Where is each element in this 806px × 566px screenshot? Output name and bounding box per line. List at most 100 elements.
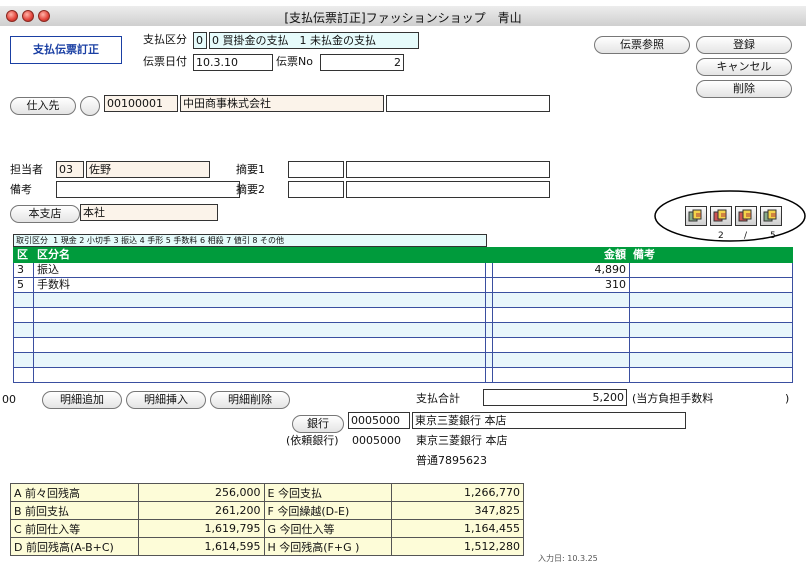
bank-button[interactable]: 銀行 — [292, 415, 344, 433]
cell-name[interactable]: 振込 — [33, 262, 486, 278]
summary-label: F 今回繰越(D-E) — [263, 501, 393, 520]
summary-label: E 今回支払 — [263, 483, 393, 502]
balance-summary: A 前々回残高 256,000 E 今回支払 1,266,770 B 前回支払 261,… — [10, 483, 524, 556]
summary-label: H 今回残高(F+G ) — [263, 537, 393, 556]
register-button[interactable]: 登録 — [696, 36, 792, 54]
table-row[interactable] — [13, 337, 793, 353]
summary-label: B 前回支払 — [10, 501, 139, 520]
cell-name[interactable] — [33, 352, 486, 368]
grid-header-name: 区分名 — [33, 247, 486, 263]
staff-label: 担当者 — [10, 163, 43, 176]
cancel-button[interactable]: キャンセル — [696, 58, 792, 76]
cell-gap — [485, 292, 493, 308]
cell-amount[interactable] — [492, 367, 630, 383]
cell-kubun[interactable] — [13, 367, 34, 383]
date-input[interactable]: 10.3.10 — [193, 54, 273, 71]
grid-header: 区 区分名 金額 備考 — [13, 247, 793, 263]
cell-memo[interactable] — [629, 307, 793, 323]
supplier-lookup-icon[interactable] — [80, 96, 100, 116]
insert-row-button[interactable]: 明細挿入 — [126, 391, 206, 409]
table-row[interactable] — [13, 292, 793, 308]
cell-memo[interactable] — [629, 322, 793, 338]
legend-label: 取引区分 — [16, 236, 48, 245]
table-row[interactable] — [13, 367, 793, 383]
cell-memo[interactable] — [629, 277, 793, 293]
total-amount: 5,200 — [483, 389, 627, 406]
memo2-text[interactable] — [346, 181, 550, 198]
summary-value: 261,200 — [137, 501, 265, 520]
pay-kubun-desc: 0 買掛金の支払 1 未払金の支払 — [209, 32, 419, 49]
summary-label: D 前回残高(A-B+C) — [10, 537, 139, 556]
cell-amount[interactable] — [492, 337, 630, 353]
cell-name[interactable] — [33, 337, 486, 353]
legend-text: 1 現金 2 小切手 3 振込 4 手形 5 手数料 6 相殺 7 値引 8 そ… — [53, 236, 284, 245]
cell-kubun[interactable] — [13, 307, 34, 323]
supplier-name: 中田商事株式会社 — [180, 95, 384, 112]
cell-amount[interactable] — [492, 307, 630, 323]
next-slip-icon[interactable] — [735, 206, 757, 226]
cell-name[interactable] — [33, 292, 486, 308]
grid-header-amount: 金額 — [492, 247, 630, 263]
supplier-button[interactable]: 仕入先 — [10, 97, 76, 115]
cell-memo[interactable] — [629, 352, 793, 368]
date-label: 伝票日付 — [143, 55, 187, 68]
cell-amount[interactable]: 310 — [492, 277, 630, 293]
cell-gap — [485, 352, 493, 368]
table-row[interactable] — [13, 322, 793, 338]
pager-total: 5 — [770, 231, 776, 241]
cell-kubun[interactable] — [13, 337, 34, 353]
window-title: [支払伝票訂正]ファッションショップ 青山 — [284, 11, 522, 25]
cell-gap — [485, 337, 493, 353]
supplier-code[interactable]: 00100001 — [104, 95, 178, 112]
staff-code[interactable]: 03 — [56, 161, 84, 178]
cell-amount[interactable] — [492, 292, 630, 308]
cell-gap — [485, 307, 493, 323]
pager-current: 2 — [718, 231, 724, 241]
cell-name[interactable] — [33, 322, 486, 338]
summary-row: A 前々回残高 256,000 E 今回支払 1,266,770 — [10, 483, 524, 502]
slip-reference-button[interactable]: 伝票参照 — [594, 36, 690, 54]
staff-name: 佐野 — [86, 161, 210, 178]
memo1-code[interactable] — [288, 161, 344, 178]
cell-kubun[interactable] — [13, 322, 34, 338]
cell-name[interactable]: 手数料 — [33, 277, 486, 293]
branch-input[interactable]: 本社 — [80, 204, 218, 221]
cell-amount[interactable] — [492, 352, 630, 368]
summary-value: 1,512,280 — [391, 537, 524, 556]
pay-kubun-input[interactable]: 0 — [193, 32, 207, 49]
table-row[interactable]: 3 振込 4,890 — [13, 262, 793, 278]
cell-kubun[interactable]: 3 — [13, 262, 34, 278]
memo2-code[interactable] — [288, 181, 344, 198]
bank-code[interactable]: 0005000 — [348, 412, 410, 429]
first-slip-icon[interactable] — [685, 206, 707, 226]
table-row[interactable]: 5 手数料 310 — [13, 277, 793, 293]
cell-kubun[interactable] — [13, 352, 34, 368]
cell-kubun[interactable]: 5 — [13, 277, 34, 293]
cell-memo[interactable] — [629, 337, 793, 353]
note-input[interactable] — [56, 181, 240, 198]
cell-name[interactable] — [33, 307, 486, 323]
memo1-text[interactable] — [346, 161, 550, 178]
branch-button[interactable]: 本支店 — [10, 205, 80, 223]
cell-memo[interactable] — [629, 367, 793, 383]
cell-amount[interactable] — [492, 322, 630, 338]
add-row-button[interactable]: 明細追加 — [42, 391, 122, 409]
table-row[interactable] — [13, 307, 793, 323]
form-body: 支払伝票訂正 支払区分 0 0 買掛金の支払 1 未払金の支払 伝票日付 10.… — [0, 26, 806, 565]
detail-grid: 区 区分名 金額 備考 3 振込 4,890 5 手数料 310 — [13, 247, 793, 383]
cell-memo[interactable] — [629, 292, 793, 308]
cell-name[interactable] — [33, 367, 486, 383]
summary-value: 1,614,595 — [137, 537, 265, 556]
delete-button[interactable]: 削除 — [696, 80, 792, 98]
table-row[interactable] — [13, 352, 793, 368]
summary-value: 1,619,795 — [137, 519, 265, 538]
cell-kubun[interactable] — [13, 292, 34, 308]
summary-value: 256,000 — [137, 483, 265, 502]
last-slip-icon[interactable] — [760, 206, 782, 226]
cell-memo[interactable] — [629, 262, 793, 278]
summary-row: D 前回残高(A-B+C) 1,614,595 H 今回残高(F+G ) 1,512,… — [10, 537, 524, 556]
cell-amount[interactable]: 4,890 — [492, 262, 630, 278]
slip-no-input[interactable]: 2 — [320, 54, 404, 71]
delete-row-button[interactable]: 明細削除 — [210, 391, 290, 409]
prev-slip-icon[interactable] — [710, 206, 732, 226]
